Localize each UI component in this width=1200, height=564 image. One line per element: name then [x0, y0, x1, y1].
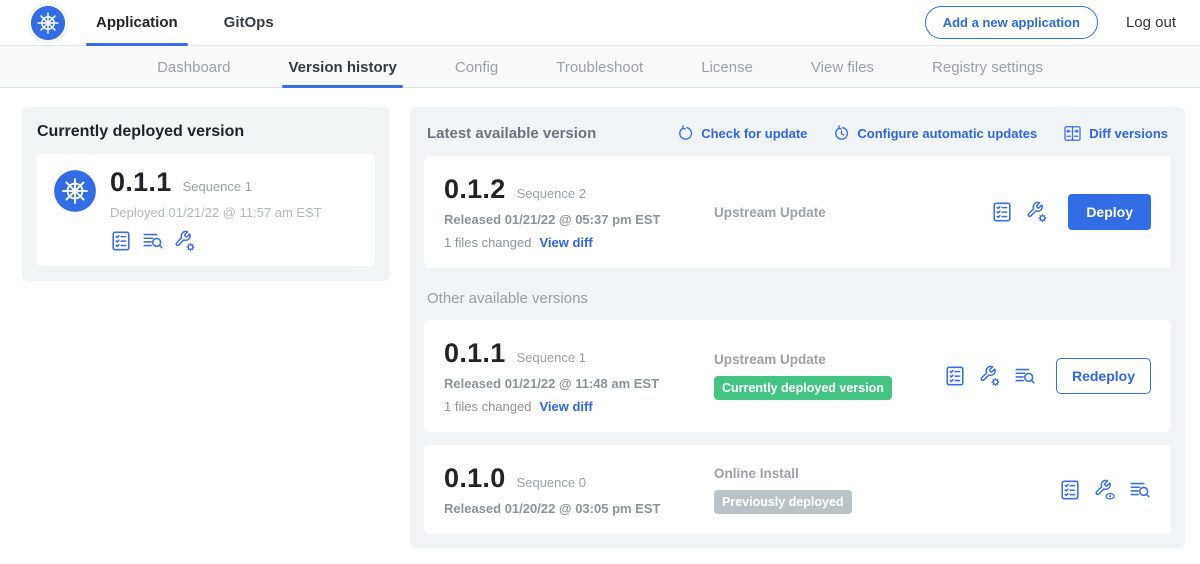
- version-source: Upstream Update Currently deployed versi…: [704, 352, 944, 400]
- subnav-tab-config[interactable]: Config: [455, 46, 498, 88]
- deployed-sequence-label: Sequence 1: [183, 179, 252, 194]
- latest-version-header: Latest available version Check for updat…: [427, 124, 1168, 143]
- deployed-version-card: 0.1.1 Sequence 1 Deployed 01/21/22 @ 11:…: [37, 154, 375, 266]
- subnav-tab-label: Registry settings: [932, 59, 1043, 76]
- subnav-tab-license[interactable]: License: [701, 46, 753, 88]
- deployed-version-info: 0.1.1 Sequence 1 Deployed 01/21/22 @ 11:…: [110, 167, 322, 252]
- release-notes-icon[interactable]: [991, 201, 1013, 223]
- deploy-button[interactable]: Deploy: [1068, 194, 1151, 230]
- deployed-timestamp: Deployed 01/21/22 @ 11:57 am EST: [110, 205, 322, 220]
- app-logo: [28, 3, 68, 43]
- sequence-label: Sequence 0: [517, 475, 586, 490]
- deployed-app-logo: [53, 167, 97, 252]
- redeploy-button[interactable]: Redeploy: [1056, 358, 1151, 394]
- configure-updates-label: Configure automatic updates: [857, 126, 1037, 141]
- tab-application-label: Application: [96, 14, 178, 31]
- view-diff-link[interactable]: View diff: [539, 399, 592, 414]
- version-number: 0.1.2: [444, 174, 506, 205]
- top-header: Application GitOps Add a new application…: [0, 0, 1200, 46]
- kubernetes-logo-icon: [30, 5, 66, 41]
- released-timestamp: Released 01/21/22 @ 05:37 pm EST: [444, 212, 704, 227]
- released-timestamp: Released 01/20/22 @ 03:05 pm EST: [444, 501, 704, 516]
- tab-gitops-label: GitOps: [224, 14, 274, 31]
- check-update-label: Check for update: [701, 126, 807, 141]
- version-info: 0.1.2 Sequence 2 Released 01/21/22 @ 05:…: [444, 174, 704, 250]
- released-timestamp: Released 01/21/22 @ 11:48 am EST: [444, 376, 704, 391]
- deploy-logs-icon[interactable]: [142, 230, 164, 252]
- version-source: Online Install Previously deployed: [704, 466, 1059, 514]
- subnav-tab-label: View files: [811, 59, 874, 76]
- version-row-0-1-1: 0.1.1 Sequence 1 Released 01/21/22 @ 11:…: [424, 320, 1171, 432]
- deploy-logs-icon[interactable]: [1014, 365, 1036, 387]
- source-label: Upstream Update: [714, 352, 944, 367]
- files-changed-label: 1 files changed: [444, 399, 531, 414]
- subnav-tab-view-files[interactable]: View files: [811, 46, 874, 88]
- diff-versions-icon: [1063, 124, 1082, 143]
- edit-config-icon[interactable]: [1026, 201, 1048, 223]
- app-subnav: Dashboard Version history Config Trouble…: [0, 46, 1200, 88]
- currently-deployed-badge: Currently deployed version: [714, 376, 892, 400]
- source-label: Upstream Update: [714, 205, 991, 220]
- check-update-icon: [677, 125, 694, 142]
- version-actions: Redeploy: [944, 358, 1151, 394]
- edit-config-icon[interactable]: [174, 230, 196, 252]
- subnav-tab-label: Config: [455, 59, 498, 76]
- version-number: 0.1.0: [444, 463, 506, 494]
- subnav-tab-label: Troubleshoot: [556, 59, 643, 76]
- view-config-icon[interactable]: [1094, 479, 1116, 501]
- version-history-panel: Latest available version Check for updat…: [410, 107, 1185, 548]
- source-label: Online Install: [714, 466, 1059, 481]
- version-number: 0.1.1: [444, 338, 506, 369]
- deployed-card-title: Currently deployed version: [37, 123, 375, 141]
- subnav-tab-label: Version history: [288, 59, 396, 76]
- subnav-tab-version-history[interactable]: Version history: [288, 46, 396, 88]
- deployed-version-number: 0.1.1: [110, 167, 172, 198]
- currently-deployed-card: Currently deployed version 0.1.1 Sequenc…: [22, 107, 390, 281]
- version-row-0-1-2: 0.1.2 Sequence 2 Released 01/21/22 @ 05:…: [424, 156, 1171, 268]
- subnav-tab-label: Dashboard: [157, 59, 230, 76]
- release-notes-icon[interactable]: [1059, 479, 1081, 501]
- logout-button[interactable]: Log out: [1126, 14, 1176, 31]
- view-diff-link[interactable]: View diff: [539, 235, 592, 250]
- version-info: 0.1.1 Sequence 1 Released 01/21/22 @ 11:…: [444, 338, 704, 414]
- version-actions: Deploy: [991, 194, 1151, 230]
- kubernetes-logo-icon: [53, 169, 97, 213]
- auto-update-icon: [833, 125, 850, 142]
- sequence-label: Sequence 2: [517, 186, 586, 201]
- latest-version-title: Latest available version: [427, 125, 596, 142]
- release-notes-icon[interactable]: [110, 230, 132, 252]
- add-application-button[interactable]: Add a new application: [925, 6, 1098, 39]
- version-row-0-1-0: 0.1.0 Sequence 0 Released 01/20/22 @ 03:…: [424, 445, 1171, 534]
- version-source: Upstream Update: [704, 205, 991, 220]
- configure-automatic-updates-link[interactable]: Configure automatic updates: [833, 125, 1037, 142]
- panel-actions: Check for update Configure automatic upd…: [677, 124, 1168, 143]
- diff-versions-link[interactable]: Diff versions: [1063, 124, 1168, 143]
- files-changed-label: 1 files changed: [444, 235, 531, 250]
- version-actions: [1059, 479, 1151, 501]
- subnav-tab-label: License: [701, 59, 753, 76]
- edit-config-icon[interactable]: [979, 365, 1001, 387]
- check-for-update-link[interactable]: Check for update: [677, 125, 807, 142]
- deploy-logs-icon[interactable]: [1129, 479, 1151, 501]
- release-notes-icon[interactable]: [944, 365, 966, 387]
- tab-application[interactable]: Application: [96, 0, 178, 46]
- diff-versions-label: Diff versions: [1089, 126, 1168, 141]
- version-info: 0.1.0 Sequence 0 Released 01/20/22 @ 03:…: [444, 463, 704, 516]
- subnav-tab-registry-settings[interactable]: Registry settings: [932, 46, 1043, 88]
- subnav-tab-troubleshoot[interactable]: Troubleshoot: [556, 46, 643, 88]
- tab-gitops[interactable]: GitOps: [224, 0, 274, 46]
- sequence-label: Sequence 1: [517, 350, 586, 365]
- header-tabs: Application GitOps: [96, 0, 320, 46]
- deployed-actions: [110, 230, 322, 252]
- main-content: Currently deployed version 0.1.1 Sequenc…: [0, 88, 1200, 548]
- previously-deployed-badge: Previously deployed: [714, 490, 852, 514]
- subnav-tab-dashboard[interactable]: Dashboard: [157, 46, 230, 88]
- other-versions-title: Other available versions: [427, 290, 1168, 307]
